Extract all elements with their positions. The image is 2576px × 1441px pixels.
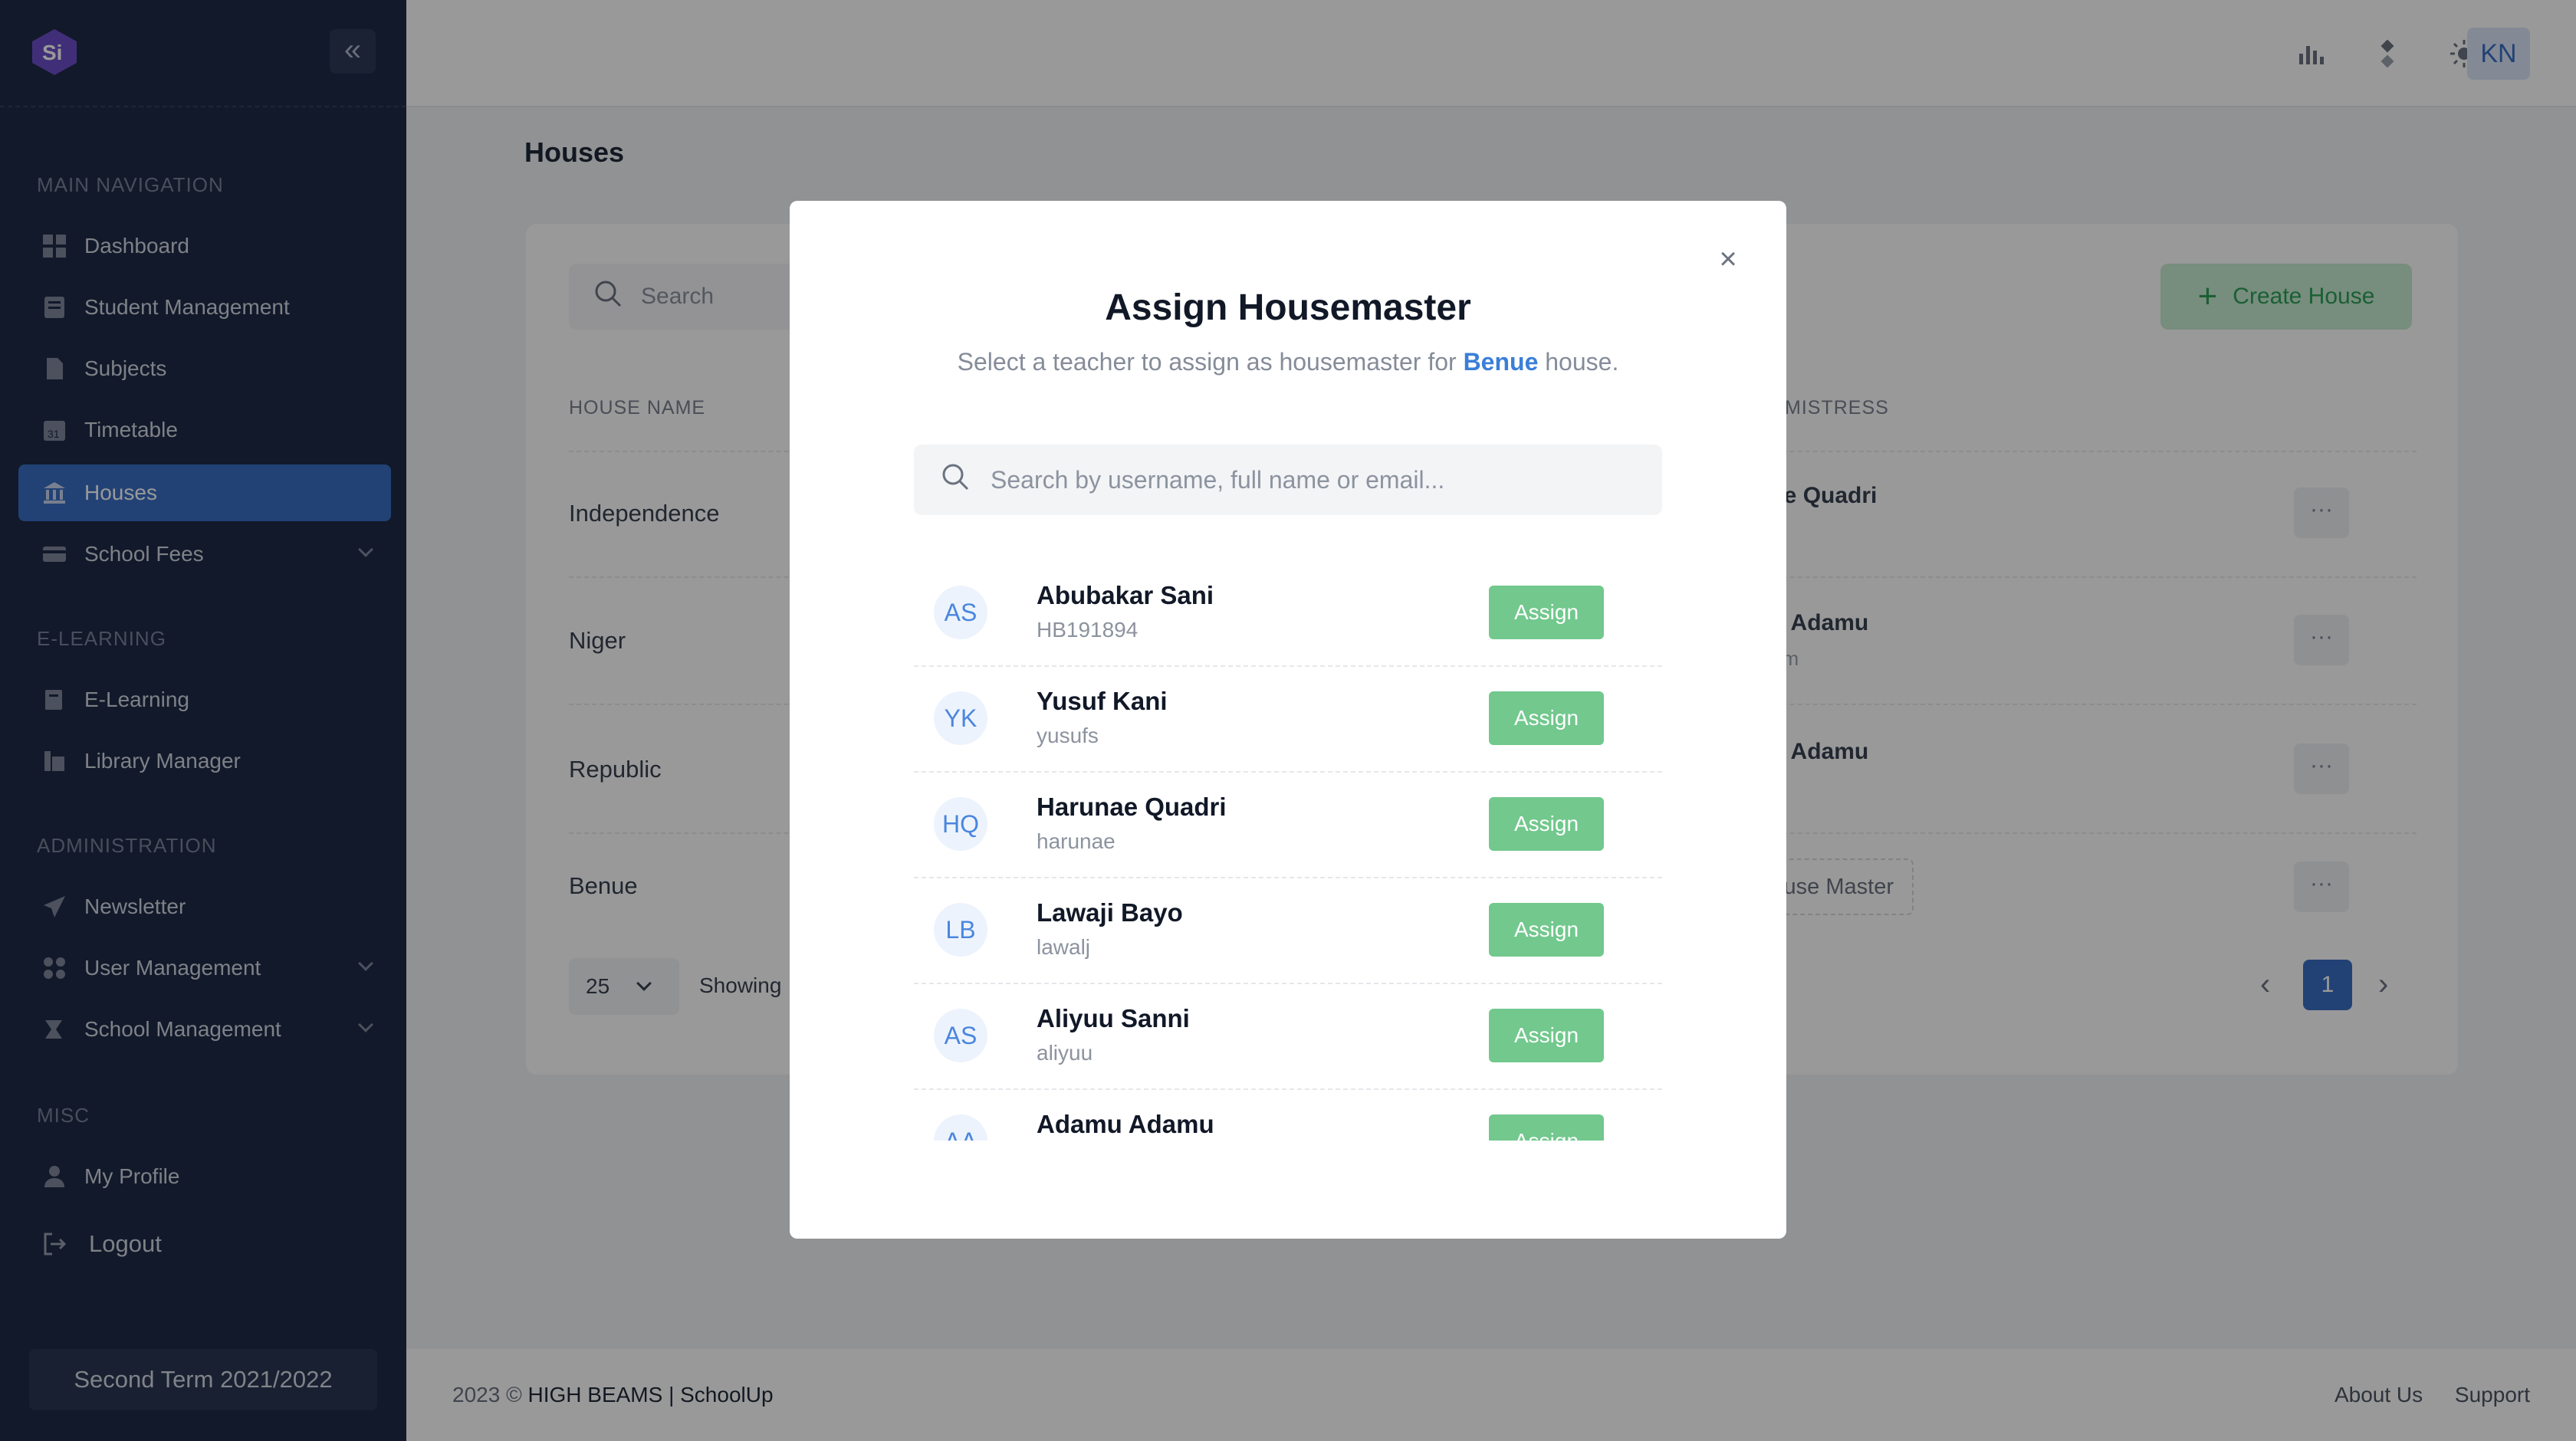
subtitle-suffix: house. xyxy=(1545,348,1619,376)
teacher-username: HB191894 xyxy=(1037,618,1138,642)
assign-button[interactable]: Assign xyxy=(1489,797,1604,851)
search-icon xyxy=(940,461,971,498)
teacher-avatar: HQ xyxy=(934,797,987,851)
assign-button[interactable]: Assign xyxy=(1489,903,1604,957)
teacher-list: AS Abubakar Sani HB191894 Assign YK Yusu… xyxy=(914,561,1662,1141)
teacher-row: YK Yusuf Kani yusufs Assign xyxy=(914,667,1662,773)
close-icon[interactable]: × xyxy=(1714,244,1742,274)
modal-title: Assign Housemaster xyxy=(1105,287,1471,328)
teacher-row: AS Abubakar Sani HB191894 Assign xyxy=(914,561,1662,667)
teacher-row: AS Aliyuu Sanni aliyuu Assign xyxy=(914,984,1662,1090)
house-name-highlight: Benue xyxy=(1463,348,1539,376)
teacher-search-input[interactable]: Search by username, full name or email..… xyxy=(914,445,1662,515)
assign-button[interactable]: Assign xyxy=(1489,691,1604,745)
subtitle-prefix: Select a teacher to assign as housemaste… xyxy=(957,348,1457,376)
teacher-name: Lawaji Bayo xyxy=(1037,898,1183,927)
assign-button[interactable]: Assign xyxy=(1489,1114,1604,1141)
teacher-row: HQ Harunae Quadri harunae Assign xyxy=(914,773,1662,878)
teacher-username: yusufs xyxy=(1037,724,1099,747)
teacher-name: Harunae Quadri xyxy=(1037,793,1227,821)
assign-button[interactable]: Assign xyxy=(1489,1009,1604,1062)
teacher-row: LB Lawaji Bayo lawalj Assign xyxy=(914,878,1662,984)
teacher-avatar: LB xyxy=(934,903,987,957)
teacher-name: Yusuf Kani xyxy=(1037,687,1168,715)
teacher-avatar: AS xyxy=(934,1009,987,1062)
teacher-username: lawalj xyxy=(1037,935,1091,959)
teacher-name: Adamu Adamu xyxy=(1037,1110,1214,1138)
modal-subtitle: Select a teacher to assign as housemaste… xyxy=(790,348,1786,376)
teacher-username: aliyuu xyxy=(1037,1041,1093,1065)
teacher-username: harunae xyxy=(1037,829,1116,853)
teacher-row: AA Adamu Adamu Assign xyxy=(914,1090,1662,1141)
assign-button[interactable]: Assign xyxy=(1489,586,1604,639)
teacher-name: Abubakar Sani xyxy=(1037,581,1214,609)
teacher-avatar: AA xyxy=(934,1114,987,1141)
assign-housemaster-modal: × Assign Housemaster Select a teacher to… xyxy=(790,201,1786,1239)
teacher-name: Aliyuu Sanni xyxy=(1037,1004,1190,1032)
teacher-avatar: YK xyxy=(934,691,987,745)
search-placeholder: Search by username, full name or email..… xyxy=(991,465,1445,494)
teacher-avatar: AS xyxy=(934,586,987,639)
